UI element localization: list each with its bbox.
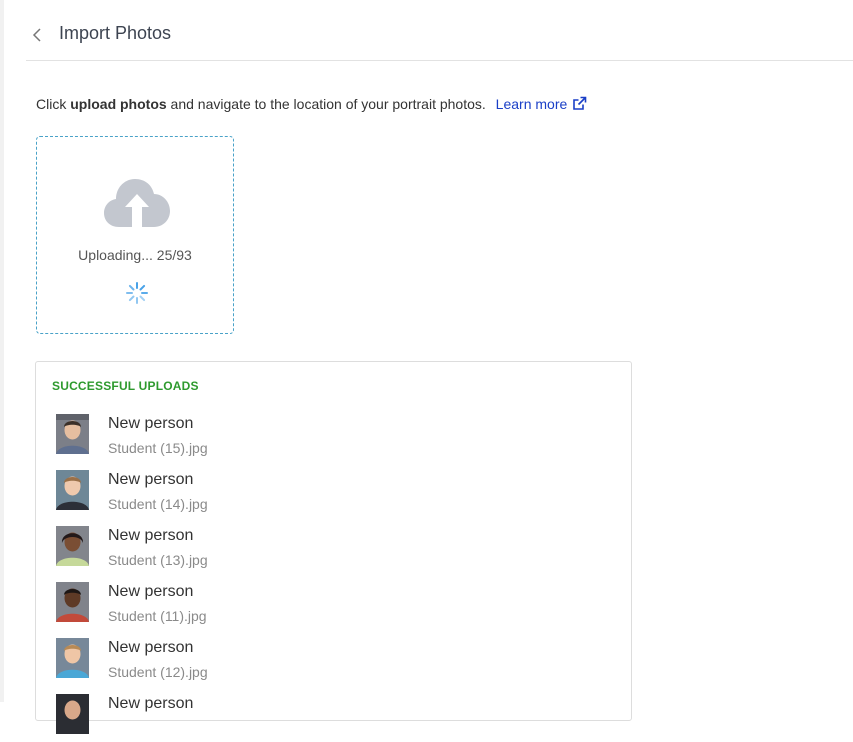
instructions-bold: upload photos xyxy=(70,96,167,112)
file-name: Student (14).jpg xyxy=(108,496,208,512)
learn-more-link[interactable]: Learn more xyxy=(496,96,588,112)
file-name: Student (15).jpg xyxy=(108,440,208,456)
upload-list-item[interactable]: New person Student (11).jpg xyxy=(56,582,616,630)
person-name: New person xyxy=(108,695,194,712)
back-chevron-icon[interactable] xyxy=(30,24,44,46)
person-name: New person xyxy=(108,415,194,432)
student-photo xyxy=(56,582,89,622)
student-photo xyxy=(56,414,89,454)
person-name: New person xyxy=(108,583,194,600)
upload-list-item[interactable]: New person Student (15).jpg xyxy=(56,414,616,462)
page-title: Import Photos xyxy=(59,23,172,43)
external-link-icon xyxy=(572,96,587,114)
upload-status: Uploading... 25/93 xyxy=(78,247,192,263)
student-photo xyxy=(56,694,89,734)
spinner-icon xyxy=(125,281,149,310)
student-photo xyxy=(56,638,89,678)
file-name: Student (12).jpg xyxy=(108,664,208,680)
learn-more-label: Learn more xyxy=(495,96,568,112)
person-name: New person xyxy=(108,471,194,488)
left-divider xyxy=(0,0,4,702)
file-name: Student (11).jpg xyxy=(108,608,207,624)
cloud-upload-icon xyxy=(103,177,171,234)
instructions-prefix: Click xyxy=(36,96,71,112)
instructions-text: Click upload photos and navigate to the … xyxy=(36,96,587,114)
file-name: Student (13).jpg xyxy=(108,552,208,568)
upload-list-item[interactable]: New person Student (12).jpg xyxy=(56,638,616,686)
photo-dropzone[interactable]: Uploading... 25/93 xyxy=(36,136,234,334)
upload-list-item[interactable]: New person Student (13).jpg xyxy=(56,526,616,574)
student-photo xyxy=(56,470,89,510)
upload-list-item[interactable]: New person Student (14).jpg xyxy=(56,470,616,518)
successful-uploads-title: SUCCESSFUL UPLOADS xyxy=(52,379,199,393)
student-photo xyxy=(56,526,89,566)
instructions-suffix: and navigate to the location of your por… xyxy=(166,96,486,112)
page-header: Import Photos xyxy=(26,0,853,61)
person-name: New person xyxy=(108,639,194,656)
successful-uploads-panel: SUCCESSFUL UPLOADS New person Student (1… xyxy=(35,361,632,734)
person-name: New person xyxy=(108,527,194,544)
upload-list-item[interactable]: New person xyxy=(56,694,616,742)
